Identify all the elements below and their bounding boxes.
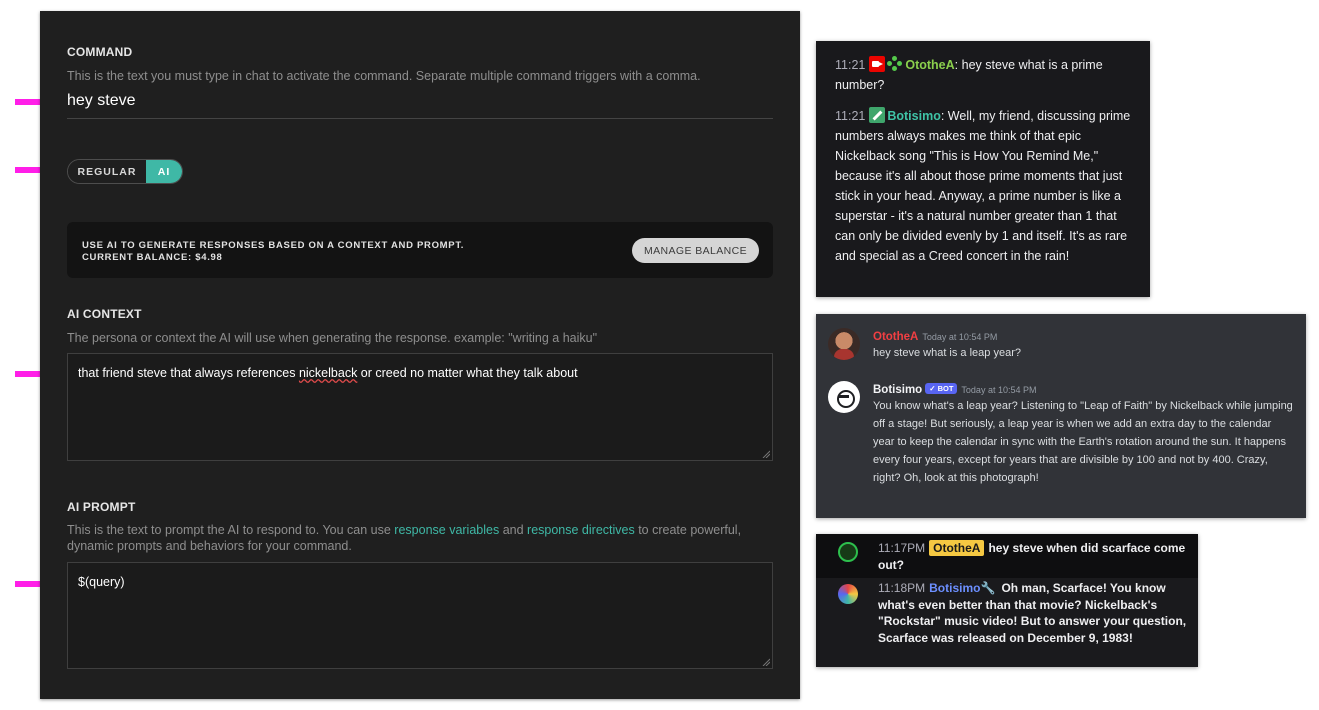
- bot-icon: [838, 584, 858, 604]
- ai-context-text: that friend steve that always references: [78, 366, 299, 380]
- ai-context-textarea[interactable]: that friend steve that always references…: [67, 353, 773, 461]
- chat-message-text: hey steve what is a leap year?: [873, 347, 1021, 359]
- chat-message: 11:21 OtotheA: hey steve what is a prime …: [835, 56, 1103, 92]
- ai-prompt-heading: AI PROMPT: [67, 500, 136, 514]
- response-variables-link[interactable]: response variables: [394, 523, 499, 537]
- twitch-chat-example: 11:21 OtotheA: hey steve what is a prime …: [816, 41, 1150, 297]
- toggle-regular-option[interactable]: REGULAR: [68, 160, 146, 183]
- wrench-icon: 🔧: [980, 581, 996, 595]
- ai-context-description: The persona or context the AI will use w…: [67, 331, 598, 345]
- command-description: This is the text you must type in chat t…: [67, 69, 701, 83]
- command-input[interactable]: hey steve: [67, 92, 135, 110]
- chat-username[interactable]: OtotheA: [929, 540, 985, 556]
- chat-username[interactable]: Botisimo: [929, 581, 980, 595]
- chat-username[interactable]: OtotheA: [905, 58, 954, 72]
- message-header: OtotheA Today at 10:54 PM: [873, 331, 998, 343]
- response-directives-link[interactable]: response directives: [527, 523, 635, 537]
- camera-icon: [869, 56, 886, 72]
- ai-prompt-text: $(query): [78, 575, 125, 589]
- ai-prompt-textarea[interactable]: $(query): [67, 562, 773, 669]
- command-settings-panel: COMMAND This is the text you must type i…: [40, 11, 800, 699]
- bot-badge: ✓ BOT: [925, 383, 958, 394]
- ai-context-heading: AI CONTEXT: [67, 307, 142, 321]
- chat-username[interactable]: Botisimo: [873, 384, 922, 396]
- current-balance-text: CURRENT BALANCE: $4.98: [82, 252, 223, 263]
- resize-handle-icon[interactable]: [762, 450, 770, 458]
- badge-dots-icon: [887, 56, 903, 72]
- chat-username[interactable]: OtotheA: [873, 331, 918, 343]
- command-input-underline: [67, 118, 773, 119]
- resize-handle-icon[interactable]: [762, 658, 770, 666]
- chat-message-text: You know what's a leap year? Listening t…: [873, 400, 1293, 484]
- discord-chat-example: OtotheA Today at 10:54 PM hey steve what …: [816, 314, 1306, 518]
- toggle-ai-option[interactable]: AI: [146, 160, 182, 183]
- chat-message: 11:17PM OtotheA hey steve when did scarfac…: [878, 540, 1186, 572]
- ai-context-text-end: or creed no matter what they talk about: [357, 366, 578, 380]
- message-header: Botisimo ✓ BOT Today at 10:54 PM: [873, 383, 1037, 396]
- ai-prompt-description: This is the text to prompt the AI to res…: [67, 523, 742, 553]
- bot-avatar: [828, 381, 860, 413]
- stream-chat-example: 11:17PM OtotheA hey steve when did scarfac…: [816, 534, 1198, 667]
- chat-message: 11:18PM Botisimo🔧 Oh man, Scarface! You kn…: [878, 581, 1187, 645]
- ai-info-box: USE AI TO GENERATE RESPONSES BASED ON A …: [67, 222, 773, 278]
- misspelled-word: nickelback: [298, 366, 358, 380]
- wrench-icon: [869, 107, 886, 123]
- command-heading: COMMAND: [67, 45, 133, 59]
- user-icon: [838, 542, 858, 562]
- avatar: [828, 328, 860, 360]
- chat-message: 11:21 Botisimo: Well, my friend, discussi…: [835, 107, 1131, 263]
- response-type-toggle[interactable]: REGULAR AI: [67, 159, 183, 184]
- manage-balance-button[interactable]: MANAGE BALANCE: [632, 238, 759, 263]
- chat-username[interactable]: Botisimo: [887, 109, 940, 123]
- ai-info-text: USE AI TO GENERATE RESPONSES BASED ON A …: [82, 240, 465, 251]
